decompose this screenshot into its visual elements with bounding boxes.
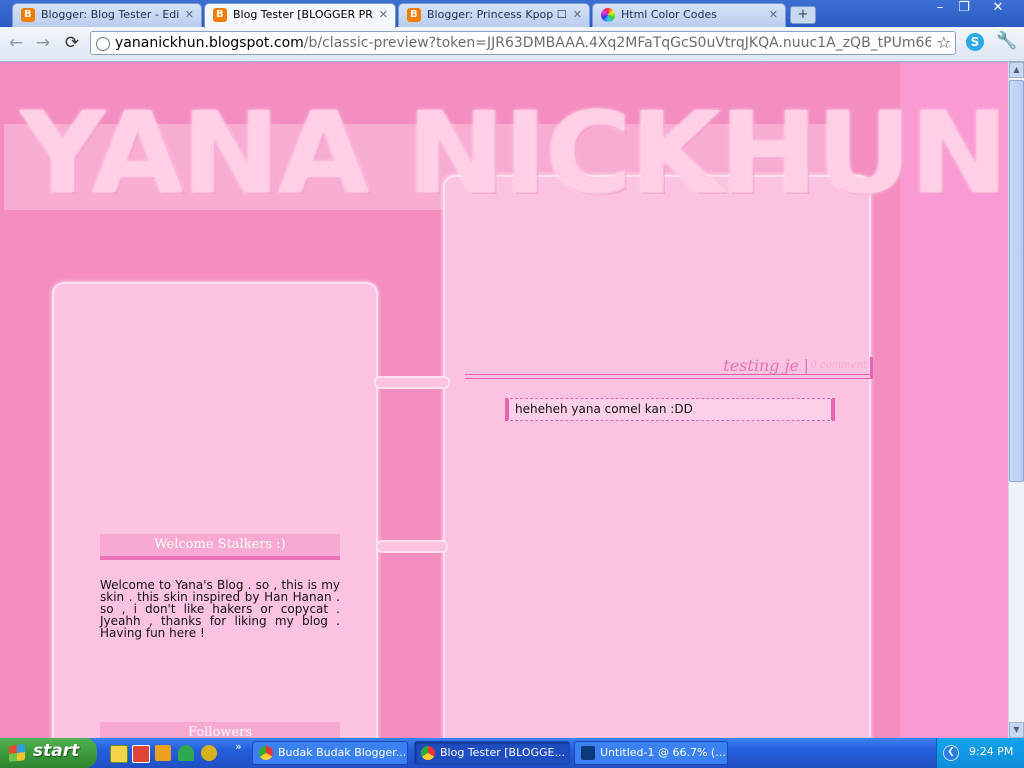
welcome-text: Welcome to Yana's Blog . so , this is my… [100,578,340,640]
url-host: yananickhun.blogspot.com [115,35,304,51]
chrome-icon [259,746,273,760]
tab-title: Html Color Codes [621,8,717,21]
scroll-up-button[interactable]: ▲ [1009,62,1024,78]
close-icon[interactable]: ✕ [185,5,194,25]
chrome-icon [421,746,435,760]
post-title-row: testing je | 0 comment [465,356,873,379]
quicklaunch-media-icon[interactable] [201,745,217,761]
globe-icon [96,37,110,51]
quicklaunch-tree-icon[interactable] [178,745,194,761]
clock[interactable]: 9:24 PM [969,745,1013,758]
taskbar-item-label: Blog Tester [BLOGGE... [440,746,565,759]
post-title[interactable]: testing je [723,356,799,375]
back-button[interactable]: ← [5,33,27,53]
scroll-down-button[interactable]: ▼ [1009,722,1024,738]
tab-html-color-codes[interactable]: Html Color Codes ✕ [592,3,786,27]
tab-princess-kpop[interactable]: Blogger: Princess Kpop ☐ - Ed ✕ [398,3,590,27]
panel-connector [374,376,450,389]
close-icon[interactable]: ✕ [769,5,778,25]
divider [465,374,873,379]
followers-heading: Followers [100,722,340,738]
tab-title: Blogger: Princess Kpop ☐ - Ed [427,8,567,21]
tab-title: Blog Tester [BLOGGER PREVIE [233,8,373,21]
blogger-icon [21,5,35,25]
close-icon[interactable]: ✕ [379,5,388,25]
panel-connector [376,540,448,553]
color-wheel-icon [601,8,615,22]
taskbar-item-photoshop[interactable]: Untitled-1 @ 66.7% (... [574,741,728,765]
url-text[interactable]: yananickhun.blogspot.com/b/classic-previ… [115,35,931,51]
taskbar: start » Budak Budak Blogger... Blog Test… [0,738,1024,768]
welcome-heading: Welcome Stalkers :) [100,534,340,560]
new-tab-button[interactable]: + [790,6,816,24]
quicklaunch-app-icon[interactable] [132,745,150,763]
photoshop-icon [581,746,595,760]
page-viewport: YANA NICKHUN testing je | 0 comment hehe… [0,62,1008,738]
post-text: heheheh yana comel kan :DD [515,402,693,416]
post-separator: | [803,356,809,375]
tab-title: Blogger: Blog Tester - Edit you [41,8,179,21]
start-button[interactable]: start [0,738,97,768]
quicklaunch-aim-icon[interactable] [155,745,171,761]
scrollbar-thumb[interactable] [1009,80,1024,482]
browser-toolbar: ← → ⟳ yananickhun.blogspot.com/b/classic… [0,27,1024,62]
taskbar-item-label: Untitled-1 @ 66.7% (... [600,746,726,759]
post-body: heheheh yana comel kan :DD [505,398,835,421]
tab-strip: Blogger: Blog Tester - Edit you ✕ Blog T… [0,0,1024,28]
post-comments-link[interactable]: 0 comment [810,360,867,371]
divider [870,357,873,379]
quicklaunch-more-icon[interactable]: » [235,740,242,753]
blogger-icon [213,5,227,25]
close-icon[interactable]: ✕ [573,5,582,25]
skype-icon[interactable]: S [966,33,984,51]
taskbar-item-budak-blogger[interactable]: Budak Budak Blogger... [252,741,408,765]
window-close-button[interactable]: ✕ [986,0,1010,17]
windows-logo-icon [9,744,25,762]
blogger-icon [407,5,421,25]
maximize-button[interactable]: ❐ [952,0,976,17]
bookmark-star-icon[interactable]: ☆ [937,33,951,52]
tab-blog-tester[interactable]: Blog Tester [BLOGGER PREVIE ✕ [204,3,396,28]
taskbar-item-label: Budak Budak Blogger... [278,746,407,759]
address-bar[interactable]: yananickhun.blogspot.com/b/classic-previ… [90,31,956,55]
taskbar-item-blog-tester[interactable]: Blog Tester [BLOGGE... [414,741,570,765]
tab-blogger-edit[interactable]: Blogger: Blog Tester - Edit you ✕ [12,3,202,27]
reload-button[interactable]: ⟳ [61,33,83,53]
wrench-icon[interactable]: 🔧 [996,31,1017,51]
minimize-button[interactable]: – [928,0,952,17]
quicklaunch-folder-icon[interactable] [110,745,128,763]
start-label: start [33,741,80,761]
main-content-panel [443,175,871,738]
sidebar-panel [52,282,378,738]
blog-title[interactable]: YANA NICKHUN [20,97,1008,209]
url-path: /b/classic-preview?token=JJR63DMBAAA.4Xq… [303,35,931,51]
vertical-scrollbar[interactable]: ▲ ▼ [1008,62,1024,738]
system-tray: ❮ 9:24 PM [936,738,1024,768]
tray-expand-icon[interactable]: ❮ [943,745,959,761]
forward-button[interactable]: → [32,33,54,53]
